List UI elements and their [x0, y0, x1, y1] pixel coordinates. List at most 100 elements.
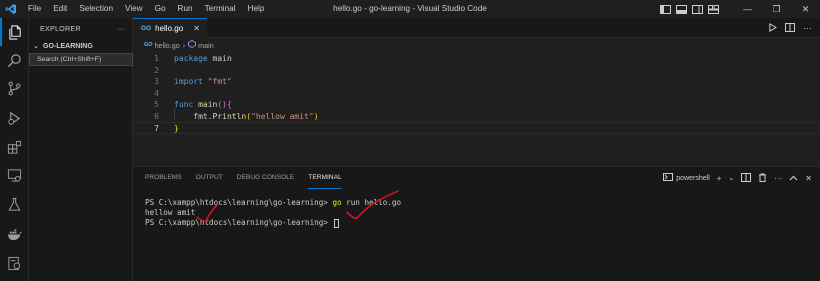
editor-actions: ··· — [768, 18, 812, 38]
code-text: } — [174, 123, 179, 135]
terminal-output[interactable]: PS C:\xampp\htdocs\learning\go-learning>… — [145, 198, 401, 228]
breadcrumb: GO hello.go › main — [133, 39, 214, 51]
sidebar-title: EXPLORER — [40, 23, 81, 33]
menu-selection[interactable]: Selection — [73, 0, 119, 18]
docker-icon[interactable] — [0, 220, 29, 248]
terminal-icon — [663, 173, 674, 183]
tab-output[interactable]: OUTPUT — [196, 167, 223, 189]
more-actions-button[interactable]: ··· — [117, 24, 125, 33]
run-file-icon[interactable] — [768, 22, 778, 34]
panel-actions: powershell + ⌄ ··· ✕ — [663, 167, 812, 189]
tab-debug-console[interactable]: DEBUG CONSOLE — [237, 167, 295, 189]
editor-tab-bar: GO hello.go ✕ ··· — [133, 18, 820, 38]
toggle-panel-icon[interactable] — [675, 3, 688, 16]
chevron-down-icon: ⌄ — [33, 43, 39, 50]
terminal-prompt: PS C:\xampp\htdocs\learning\go-learning> — [145, 198, 333, 207]
terminal-cursor — [334, 218, 340, 228]
split-terminal-icon[interactable] — [741, 172, 752, 184]
code-line[interactable]: 2 — [133, 65, 820, 77]
maximize-panel-icon[interactable] — [789, 174, 798, 183]
code-text: package main — [174, 53, 232, 65]
code-token: fmt. — [174, 111, 213, 121]
remote-explorer-icon[interactable] — [0, 161, 29, 189]
chevron-down-icon[interactable]: ⌄ — [728, 174, 734, 182]
new-terminal-icon[interactable]: + — [717, 174, 722, 183]
window-controls: — ❐ ✕ — [733, 0, 820, 18]
terminal-select[interactable]: powershell — [663, 173, 710, 183]
restore-button[interactable]: ❐ — [762, 0, 791, 18]
explorer-icon[interactable] — [0, 18, 29, 46]
toggle-primary-sidebar-icon[interactable] — [659, 3, 672, 16]
menu-help[interactable]: Help — [242, 0, 271, 18]
toggle-secondary-sidebar-icon[interactable] — [691, 3, 704, 16]
line-number: 6 — [154, 111, 159, 121]
code-text: func main(){ — [174, 99, 232, 111]
tab-hello-go[interactable]: GO hello.go ✕ — [133, 18, 207, 38]
explorer-sidebar: EXPLORER ··· ⌄ GO-LEARNING Search (Ctrl+… — [29, 18, 133, 281]
chevron-right-icon: › — [182, 40, 186, 50]
split-editor-icon[interactable] — [785, 22, 795, 34]
code-token: } — [174, 124, 179, 133]
code-line[interactable]: 5 func main(){ — [133, 99, 820, 111]
customize-layout-icon[interactable] — [707, 3, 720, 16]
folder-go-learning[interactable]: ⌄ GO-LEARNING — [29, 38, 132, 54]
trash-icon[interactable] — [758, 173, 767, 184]
code-token: () — [217, 100, 227, 109]
sidebar-header: EXPLORER ··· — [29, 18, 132, 38]
code-token: "hellow amit" — [251, 111, 314, 121]
close-panel-icon[interactable]: ✕ — [805, 174, 812, 183]
account-icon[interactable] — [0, 249, 29, 277]
code-line[interactable]: 4 — [133, 88, 820, 100]
close-window-button[interactable]: ✕ — [791, 0, 820, 18]
tab-problems[interactable]: PROBLEMS — [145, 167, 182, 189]
testing-icon[interactable] — [0, 190, 29, 218]
code-line[interactable]: 6 fmt.Println("hellow amit") — [133, 111, 820, 123]
more-panel-actions-icon[interactable]: ··· — [774, 174, 782, 183]
tab-terminal[interactable]: TERMINAL — [308, 167, 342, 189]
code-line[interactable]: 1 package main — [133, 53, 820, 65]
menu-terminal[interactable]: Terminal — [199, 0, 242, 18]
menu-bar: File Edit Selection View Go Run Terminal… — [22, 0, 270, 18]
code-text: import "fmt" — [174, 76, 232, 88]
code-line[interactable]: 7} — [133, 122, 820, 134]
extensions-icon[interactable] — [0, 133, 29, 161]
minimize-button[interactable]: — — [733, 0, 762, 18]
menu-view[interactable]: View — [119, 0, 149, 18]
activity-bar — [0, 18, 29, 281]
menu-run[interactable]: Run — [172, 0, 199, 18]
program-output: hellow amit — [145, 208, 196, 217]
terminal-line: PS C:\xampp\htdocs\learning\go-learning> — [145, 218, 401, 228]
folder-label: GO-LEARNING — [43, 42, 93, 50]
code-text: fmt.Println("hellow amit") — [174, 111, 319, 123]
terminal-command: go — [332, 198, 342, 207]
terminal-line: hellow amit — [145, 208, 401, 218]
breadcrumb-file[interactable]: hello.go — [155, 41, 180, 50]
title-bar: File Edit Selection View Go Run Terminal… — [0, 0, 820, 18]
code-line[interactable]: 3 import "fmt" — [133, 76, 820, 88]
line-number: 5 — [154, 100, 159, 109]
search-tooltip: Search (Ctrl+Shift+F) — [29, 53, 133, 66]
menu-go[interactable]: Go — [149, 0, 172, 18]
code-token: main — [207, 54, 232, 63]
code-token: ) — [313, 111, 319, 121]
line-number: 4 — [154, 88, 159, 98]
menu-file[interactable]: File — [22, 0, 47, 18]
vscode-logo-icon — [0, 0, 22, 18]
code-editor[interactable]: 1 package main 2 3 import "fmt" 4 5 func main()… — [133, 51, 820, 166]
shell-name: powershell — [676, 174, 710, 182]
code-token: package — [174, 54, 208, 63]
more-editor-actions-icon[interactable]: ··· — [803, 23, 812, 33]
code-token: main — [198, 100, 218, 109]
line-number: 3 — [154, 77, 159, 86]
code-token: import — [174, 77, 203, 86]
terminal-prompt: PS C:\xampp\htdocs\learning\go-learning> — [145, 218, 333, 227]
breadcrumb-symbol[interactable]: main — [198, 41, 214, 50]
run-debug-icon[interactable] — [0, 104, 29, 132]
bottom-panel: PROBLEMS OUTPUT DEBUG CONSOLE TERMINAL p… — [133, 166, 820, 281]
source-control-icon[interactable] — [0, 74, 29, 102]
close-tab-button[interactable]: ✕ — [193, 24, 200, 33]
line-number: 7 — [154, 124, 159, 133]
menu-edit[interactable]: Edit — [47, 0, 73, 18]
search-icon[interactable] — [0, 46, 29, 74]
line-number: 2 — [154, 65, 159, 75]
